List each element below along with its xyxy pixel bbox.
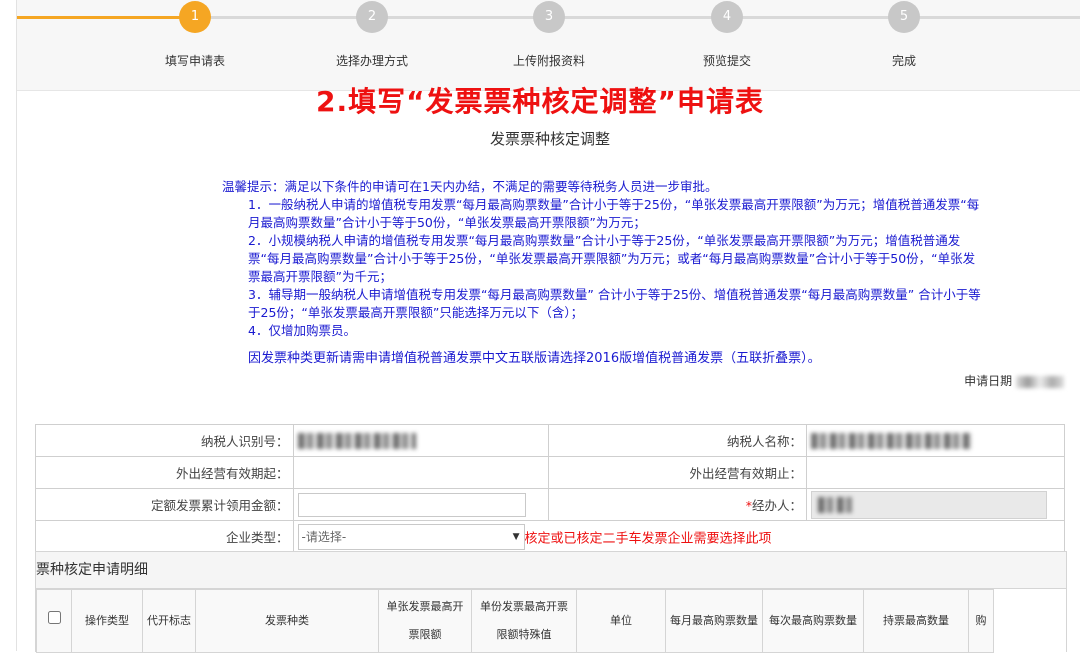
step-number: 4 — [711, 1, 743, 33]
redacted-date — [1016, 375, 1064, 388]
page-title: 2.填写“发票票种核定调整”申请表 — [316, 85, 764, 118]
progress-stepper: 1 填写申请表 2 选择办理方式 3 上传附报资料 4 预览提交 5 完成 — [17, 0, 1080, 91]
taxpayer-name-label: 纳税人名称： — [548, 424, 808, 457]
step-label: 完成 — [891, 54, 916, 68]
select-all-checkbox[interactable] — [47, 611, 61, 624]
step-2[interactable]: 2 选择办理方式 — [312, 0, 432, 69]
redacted-text — [818, 496, 853, 513]
notice-item: 1．一般纳税人申请的增值税专用发票“每月最高购票数量”合计小于等于25份，“单张… — [248, 197, 980, 230]
col-header: 单份发票最高开票限额特殊值 — [471, 589, 577, 653]
amount-label: 定额发票累计领用金额： — [35, 488, 294, 521]
valid-to-label: 外出经营有效期止： — [548, 456, 808, 489]
caret-down-icon: ▼ — [512, 531, 520, 542]
notice-block: 温馨提示：满足以下条件的申请可在1天内办结，不满足的需要等待税务人员进一步审批。… — [222, 178, 982, 368]
valid-to-value — [806, 456, 1065, 489]
step-number: 3 — [533, 1, 565, 33]
step-label: 预览提交 — [702, 54, 751, 68]
col-header: 持票最高数量 — [863, 589, 969, 653]
step-1[interactable]: 1 填写申请表 — [135, 0, 255, 69]
col-header: 单张发票最高开票限额 — [378, 589, 472, 653]
company-type-value: -请选择- — [301, 529, 347, 544]
amount-cell — [292, 488, 550, 521]
step-label: 填写申请表 — [164, 54, 225, 68]
notice-item: 2．小规模纳税人申请的增值税专用发票“每月最高购票数量”合计小于等于25份，“单… — [248, 233, 976, 284]
step-number: 2 — [356, 1, 388, 33]
step-number: 1 — [179, 1, 211, 33]
step-4[interactable]: 4 预览提交 — [667, 0, 787, 69]
valid-from-value — [292, 456, 550, 489]
agent-cell — [806, 488, 1065, 521]
detail-title: 票种核定申请明细 — [36, 552, 1066, 589]
amount-input[interactable] — [297, 492, 526, 517]
step-5[interactable]: 5 完成 — [844, 0, 964, 69]
detail-header-row: 操作类型 代开标志 发票种类 单张发票最高开票限额 单份发票最高开票限额特殊值 … — [36, 589, 994, 653]
notice-invoice-type-note: 因发票种类更新请需申请增值税普通发票中文五联版请选择2016版增值税普通发票（五… — [248, 351, 821, 366]
col-header: 每次最高购票数量 — [762, 589, 864, 653]
company-type-label: 企业类型： — [35, 520, 294, 553]
detail-table: 操作类型 代开标志 发票种类 单张发票最高开票限额 单份发票最高开票限额特殊值 … — [36, 589, 994, 653]
valid-from-label: 外出经营有效期起： — [35, 456, 294, 489]
step-label: 选择办理方式 — [335, 54, 408, 68]
step-3[interactable]: 3 上传附报资料 — [489, 0, 609, 69]
company-type-cell: -请选择- ▼ 核定或已核定二手车发票企业需要选择此项 — [292, 520, 1066, 553]
apply-date-label: 申请日期 — [964, 374, 1013, 388]
agent-label: 经办人： — [752, 498, 803, 513]
col-header: 发票种类 — [195, 589, 379, 653]
taxpayer-id-value — [292, 424, 550, 457]
step-number: 5 — [888, 1, 920, 33]
col-header: 每月最高购票数量 — [665, 589, 763, 653]
apply-date: 申请日期 — [964, 372, 1064, 389]
notice-item: 4．仅增加购票员。 — [248, 323, 356, 338]
taxpayer-id-label: 纳税人识别号： — [35, 424, 294, 457]
col-header: 操作类型 — [71, 589, 143, 653]
company-type-select[interactable]: -请选择- ▼ — [297, 523, 525, 550]
step-label: 上传附报资料 — [512, 54, 585, 68]
agent-label-cell: *经办人： — [548, 488, 808, 521]
redacted-text — [297, 432, 416, 449]
col-header: 单位 — [576, 589, 666, 653]
detail-section: 票种核定申请明细 操作类型 代开标志 发票种类 单张发票最高开票限额 单份发票最… — [35, 551, 1067, 653]
col-header: 代开标志 — [142, 589, 196, 653]
application-form: 纳税人识别号： 纳税人名称： 外出经营有效期起： 外出经营有效期止： 定额发票累… — [35, 424, 1066, 553]
company-type-hint: 核定或已核定二手车发票企业需要选择此项 — [524, 531, 772, 546]
agent-field[interactable] — [811, 490, 1048, 519]
redacted-text — [811, 432, 972, 449]
notice-intro: 温馨提示：满足以下条件的申请可在1天内办结，不满足的需要等待税务人员进一步审批。 — [222, 179, 718, 194]
notice-item: 3．辅导期一般纳税人申请增值税专用发票“每月最高购票数量” 合计小于等于25份、… — [248, 287, 981, 320]
taxpayer-name-value — [806, 424, 1065, 457]
form-title: 发票票种核定调整 — [489, 130, 610, 148]
col-header: 购 — [968, 589, 994, 653]
select-all-header — [36, 589, 72, 653]
